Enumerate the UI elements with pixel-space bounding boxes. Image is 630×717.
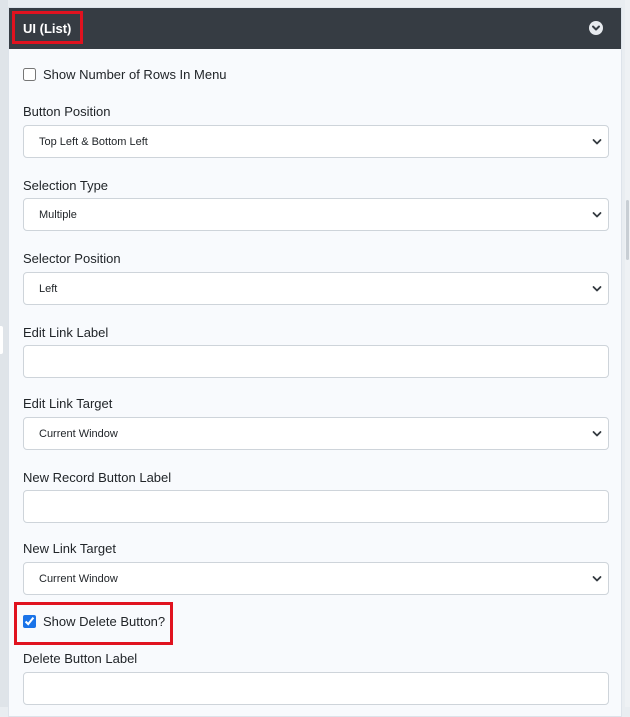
button-position-select[interactable]: Top Left & Bottom Left bbox=[23, 125, 609, 158]
show-delete-option[interactable]: Show Delete Button? bbox=[23, 614, 165, 629]
edit-link-target-label: Edit Link Target bbox=[23, 396, 113, 411]
chevron-down-icon[interactable] bbox=[589, 21, 603, 35]
new-record-button-label-input[interactable] bbox=[23, 490, 609, 523]
show-delete-checkbox[interactable] bbox=[23, 615, 36, 628]
edit-link-label-input[interactable] bbox=[23, 345, 609, 378]
button-position-label: Button Position bbox=[23, 104, 111, 119]
show-rows-label: Show Number of Rows In Menu bbox=[43, 67, 227, 82]
left-drag-handle[interactable] bbox=[0, 326, 3, 354]
selection-type-label: Selection Type bbox=[23, 178, 109, 193]
new-link-target-value: Current Window bbox=[39, 573, 118, 585]
new-link-target-label: New Link Target bbox=[23, 541, 116, 556]
show-delete-label: Show Delete Button? bbox=[43, 614, 166, 629]
show-rows-option[interactable]: Show Number of Rows In Menu bbox=[23, 67, 227, 82]
selector-position-label: Selector Position bbox=[23, 251, 121, 266]
selector-position-select[interactable]: Left bbox=[23, 272, 609, 305]
selector-position-value: Left bbox=[39, 283, 58, 295]
chevron-down-icon bbox=[592, 576, 602, 582]
panel-header[interactable]: UI (List) bbox=[9, 8, 621, 49]
button-position-value: Top Left & Bottom Left bbox=[39, 136, 148, 148]
edit-link-target-select[interactable]: Current Window bbox=[23, 417, 609, 450]
new-link-target-select[interactable]: Current Window bbox=[23, 562, 609, 595]
edit-link-label-label: Edit Link Label bbox=[23, 325, 109, 340]
title-highlight-box bbox=[12, 11, 83, 44]
ui-list-panel: UI (List) Show Number of Rows In Menu Bu… bbox=[8, 7, 622, 717]
selection-type-select[interactable]: Multiple bbox=[23, 198, 609, 231]
selection-type-value: Multiple bbox=[39, 209, 77, 221]
new-record-button-label-label: New Record Button Label bbox=[23, 470, 172, 485]
scrollbar[interactable] bbox=[625, 0, 630, 707]
delete-button-label-label: Delete Button Label bbox=[23, 651, 138, 666]
chevron-down-icon bbox=[592, 286, 602, 292]
edit-link-target-value: Current Window bbox=[39, 428, 118, 440]
chevron-down-icon bbox=[592, 139, 602, 145]
delete-button-label-input[interactable] bbox=[23, 672, 609, 705]
scrollbar-thumb[interactable] bbox=[626, 200, 629, 260]
chevron-down-icon bbox=[592, 431, 602, 437]
show-rows-checkbox[interactable] bbox=[23, 68, 36, 81]
chevron-down-icon bbox=[592, 212, 602, 218]
